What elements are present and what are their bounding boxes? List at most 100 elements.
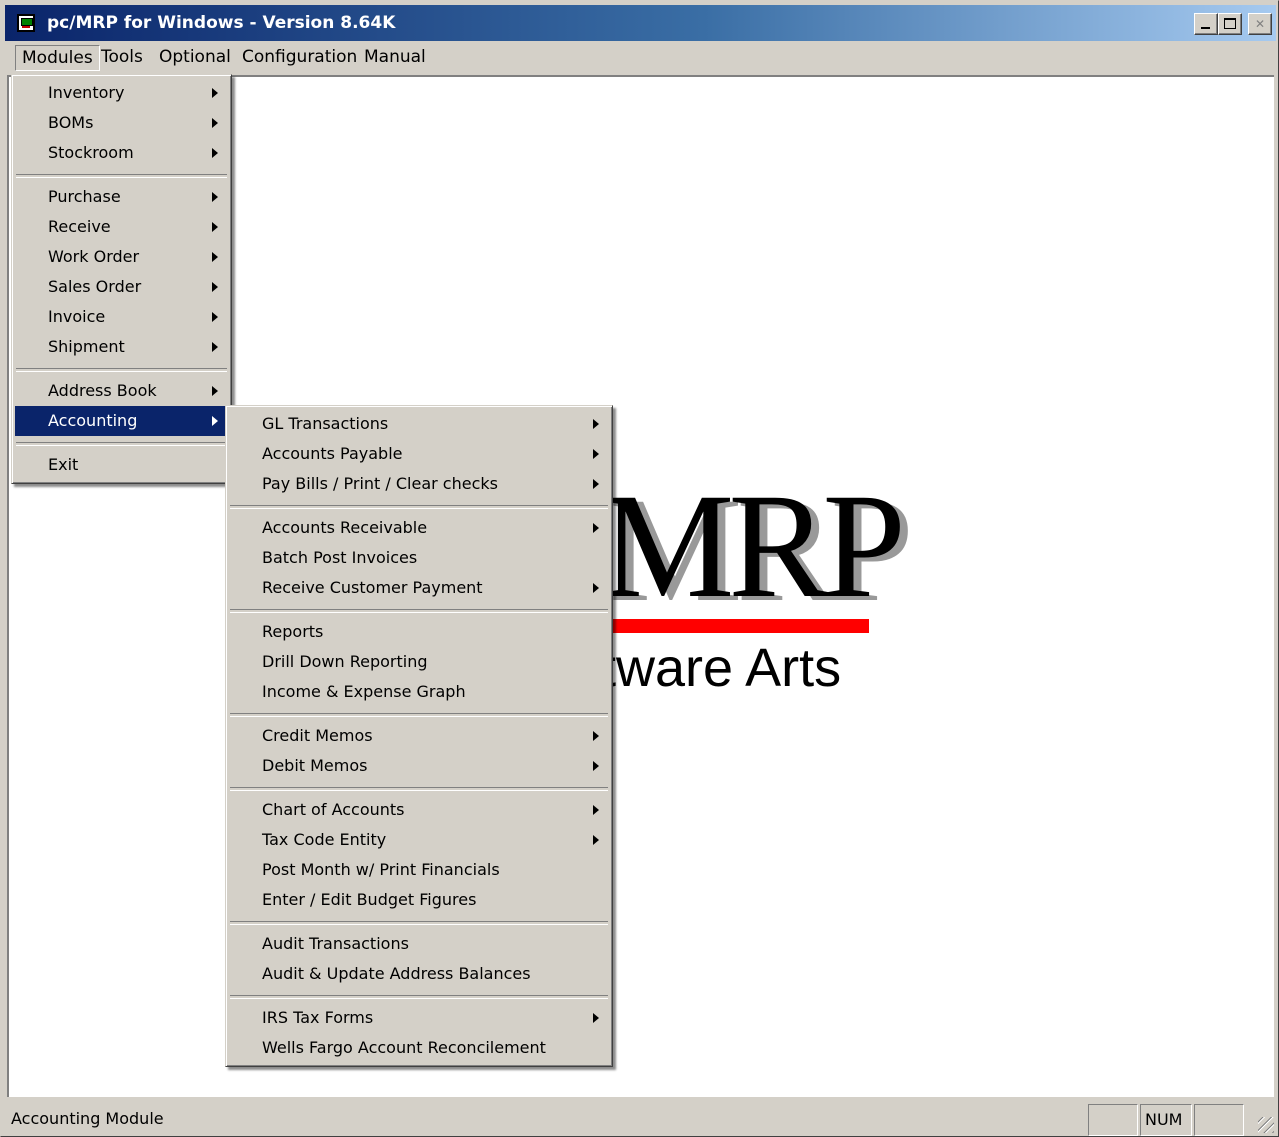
submenu-item-audit-address-balances[interactable]: Audit & Update Address Balances [229, 959, 609, 989]
submenu-arrow-icon [593, 1013, 599, 1023]
submenu-item-debit-memos[interactable]: Debit Memos [229, 751, 609, 781]
submenu-arrow-icon [212, 252, 218, 262]
menu-item-stockroom[interactable]: Stockroom [15, 138, 228, 168]
submenu-item-chart-of-accounts[interactable]: Chart of Accounts [229, 795, 609, 825]
menu-separator [15, 362, 228, 376]
menu-item-label: Work Order [48, 247, 140, 266]
submenu-item-wells-fargo-reconcilement[interactable]: Wells Fargo Account Reconcilement [229, 1033, 609, 1063]
submenu-item-post-month[interactable]: Post Month w/ Print Financials [229, 855, 609, 885]
resize-grip-icon[interactable] [1258, 1117, 1274, 1133]
menu-item-label: Credit Memos [262, 726, 373, 745]
maximize-button[interactable] [1218, 13, 1242, 35]
submenu-item-batch-post-invoices[interactable]: Batch Post Invoices [229, 543, 609, 573]
accounting-submenu: GL Transactions Accounts Payable Pay Bil… [225, 405, 613, 1067]
submenu-arrow-icon [212, 148, 218, 158]
submenu-arrow-icon [212, 342, 218, 352]
menu-item-label: Exit [48, 455, 79, 474]
menu-item-label: Sales Order [48, 277, 142, 296]
submenu-item-tax-code-entity[interactable]: Tax Code Entity [229, 825, 609, 855]
menu-item-label: Tax Code Entity [262, 830, 387, 849]
menu-separator [229, 603, 609, 617]
menu-item-shipment[interactable]: Shipment [15, 332, 228, 362]
menu-separator [15, 436, 228, 450]
menu-item-label: Receive [48, 217, 111, 236]
submenu-arrow-icon [212, 416, 218, 426]
submenu-item-income-expense-graph[interactable]: Income & Expense Graph [229, 677, 609, 707]
submenu-arrow-icon [212, 222, 218, 232]
menu-item-purchase[interactable]: Purchase [15, 182, 228, 212]
minimize-button[interactable] [1194, 13, 1218, 35]
logo-red-bar [601, 619, 869, 633]
menu-item-label: Reports [262, 622, 324, 641]
menu-item-label: Shipment [48, 337, 125, 356]
menu-item-label: Enter / Edit Budget Figures [262, 890, 477, 909]
submenu-arrow-icon [212, 282, 218, 292]
title-bar[interactable]: pc/MRP for Windows - Version 8.64K ✕ [5, 5, 1276, 41]
menu-modules[interactable]: Modules [15, 45, 100, 71]
submenu-item-receive-customer-payment[interactable]: Receive Customer Payment [229, 573, 609, 603]
submenu-arrow-icon [593, 479, 599, 489]
submenu-arrow-icon [212, 118, 218, 128]
submenu-item-reports[interactable]: Reports [229, 617, 609, 647]
submenu-item-audit-transactions[interactable]: Audit Transactions [229, 929, 609, 959]
menu-item-receive[interactable]: Receive [15, 212, 228, 242]
menu-item-sales-order[interactable]: Sales Order [15, 272, 228, 302]
menu-item-label: BOMs [48, 113, 94, 132]
submenu-item-accounts-receivable[interactable]: Accounts Receivable [229, 513, 609, 543]
menu-item-label: Debit Memos [262, 756, 368, 775]
submenu-arrow-icon [593, 835, 599, 845]
submenu-item-credit-memos[interactable]: Credit Memos [229, 721, 609, 751]
logo-wordmark: MRP [601, 463, 906, 629]
menu-separator [229, 499, 609, 513]
menu-item-label: Audit & Update Address Balances [262, 964, 531, 983]
submenu-arrow-icon [212, 88, 218, 98]
menu-item-label: IRS Tax Forms [262, 1008, 374, 1027]
close-button[interactable]: ✕ [1248, 13, 1272, 35]
menu-tools[interactable]: Tools [95, 45, 149, 71]
menu-item-label: Post Month w/ Print Financials [262, 860, 500, 879]
status-indicator-caps [1088, 1104, 1138, 1136]
menu-configuration[interactable]: Configuration [236, 45, 363, 71]
menu-item-label: Chart of Accounts [262, 800, 405, 819]
submenu-item-accounts-payable[interactable]: Accounts Payable [229, 439, 609, 469]
main-window: pc/MRP for Windows - Version 8.64K ✕ Mod… [0, 0, 1279, 1137]
menu-item-label: Drill Down Reporting [262, 652, 428, 671]
menu-optional[interactable]: Optional [153, 45, 237, 71]
menu-item-label: Income & Expense Graph [262, 682, 466, 701]
window-title: pc/MRP for Windows - Version 8.64K [47, 13, 396, 33]
submenu-item-budget-figures[interactable]: Enter / Edit Budget Figures [229, 885, 609, 915]
menu-item-label: Accounts Payable [262, 444, 403, 463]
minimize-icon [1201, 27, 1210, 29]
menu-item-address-book[interactable]: Address Book [15, 376, 228, 406]
menu-item-accounting[interactable]: Accounting [15, 406, 228, 436]
submenu-item-gl-transactions[interactable]: GL Transactions [229, 409, 609, 439]
submenu-arrow-icon [593, 731, 599, 741]
submenu-item-pay-bills[interactable]: Pay Bills / Print / Clear checks [229, 469, 609, 499]
submenu-arrow-icon [593, 523, 599, 533]
menu-item-label: Audit Transactions [262, 934, 409, 953]
menu-item-invoice[interactable]: Invoice [15, 302, 228, 332]
submenu-arrow-icon [212, 386, 218, 396]
menu-item-exit[interactable]: Exit [15, 450, 228, 480]
status-indicator-num: NUM [1140, 1104, 1192, 1136]
logo-subtitle: tware Arts [601, 638, 842, 698]
menu-item-label: Receive Customer Payment [262, 578, 483, 597]
menu-item-label: Accounting [48, 411, 138, 430]
submenu-item-irs-tax-forms[interactable]: IRS Tax Forms [229, 1003, 609, 1033]
menu-item-work-order[interactable]: Work Order [15, 242, 228, 272]
menu-manual[interactable]: Manual [358, 45, 432, 71]
status-indicator-scroll [1194, 1104, 1244, 1136]
menu-item-label: Inventory [48, 83, 125, 102]
status-bar: Accounting Module NUM [5, 1101, 1276, 1136]
menu-separator [15, 168, 228, 182]
menu-separator [229, 989, 609, 1003]
submenu-arrow-icon [212, 312, 218, 322]
submenu-arrow-icon [593, 419, 599, 429]
app-icon[interactable] [17, 14, 35, 32]
menu-item-boms[interactable]: BOMs [15, 108, 228, 138]
menu-item-inventory[interactable]: Inventory [15, 78, 228, 108]
submenu-arrow-icon [593, 583, 599, 593]
close-icon: ✕ [1254, 17, 1266, 31]
submenu-item-drill-down-reporting[interactable]: Drill Down Reporting [229, 647, 609, 677]
menu-item-label: GL Transactions [262, 414, 389, 433]
